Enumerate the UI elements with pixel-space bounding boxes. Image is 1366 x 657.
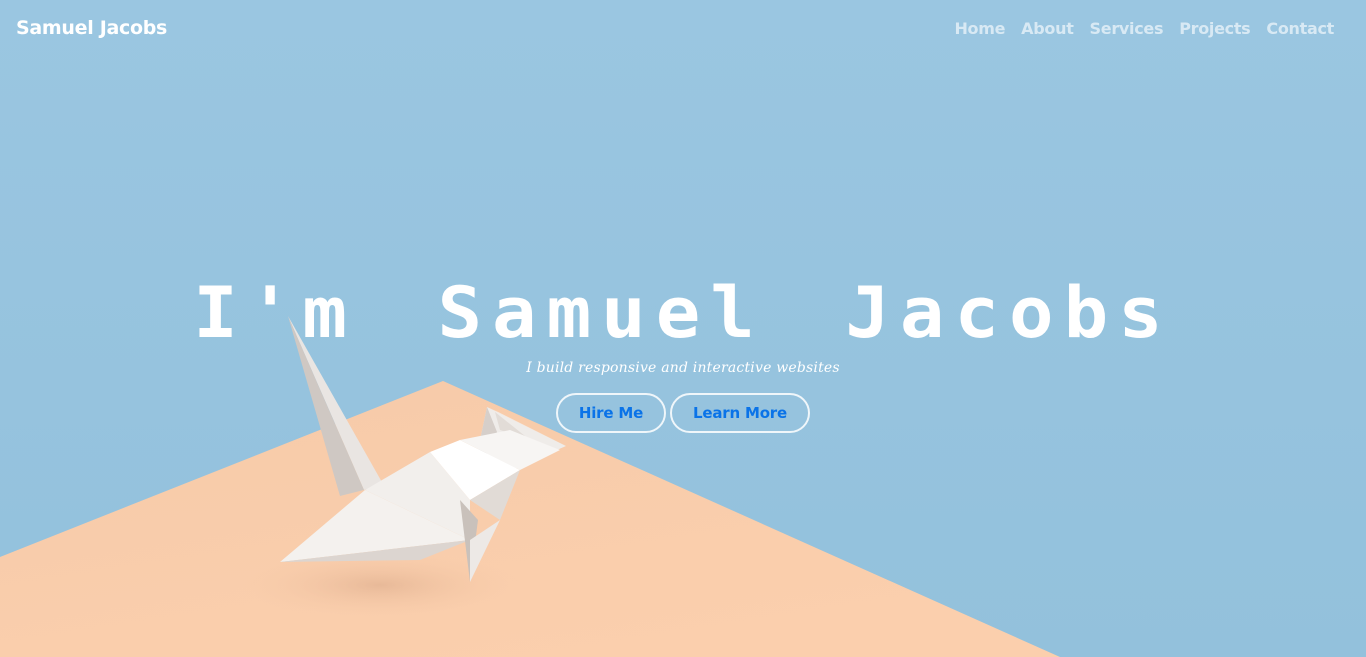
learn-more-button[interactable]: Learn More <box>670 393 810 433</box>
hero-buttons: Hire Me Learn More <box>0 393 1366 433</box>
nav-link-services[interactable]: Services <box>1082 19 1172 38</box>
nav-link-home[interactable]: Home <box>946 19 1013 38</box>
brand-logo[interactable]: Samuel Jacobs <box>16 17 167 39</box>
nav-link-about[interactable]: About <box>1013 19 1081 38</box>
nav-link-projects[interactable]: Projects <box>1171 19 1258 38</box>
nav-link-contact[interactable]: Contact <box>1258 19 1342 38</box>
hero-section: Samuel Jacobs Home About Services Projec… <box>0 0 1366 657</box>
nav-links: Home About Services Projects Contact <box>946 19 1342 38</box>
hero-subtitle: I build responsive and interactive websi… <box>526 360 840 376</box>
hero-content: I'm Samuel Jacobs I build responsive and… <box>0 268 1366 433</box>
hire-me-button[interactable]: Hire Me <box>556 393 666 433</box>
hero-title: I'm Samuel Jacobs <box>193 272 1173 354</box>
navbar: Samuel Jacobs Home About Services Projec… <box>0 0 1366 56</box>
